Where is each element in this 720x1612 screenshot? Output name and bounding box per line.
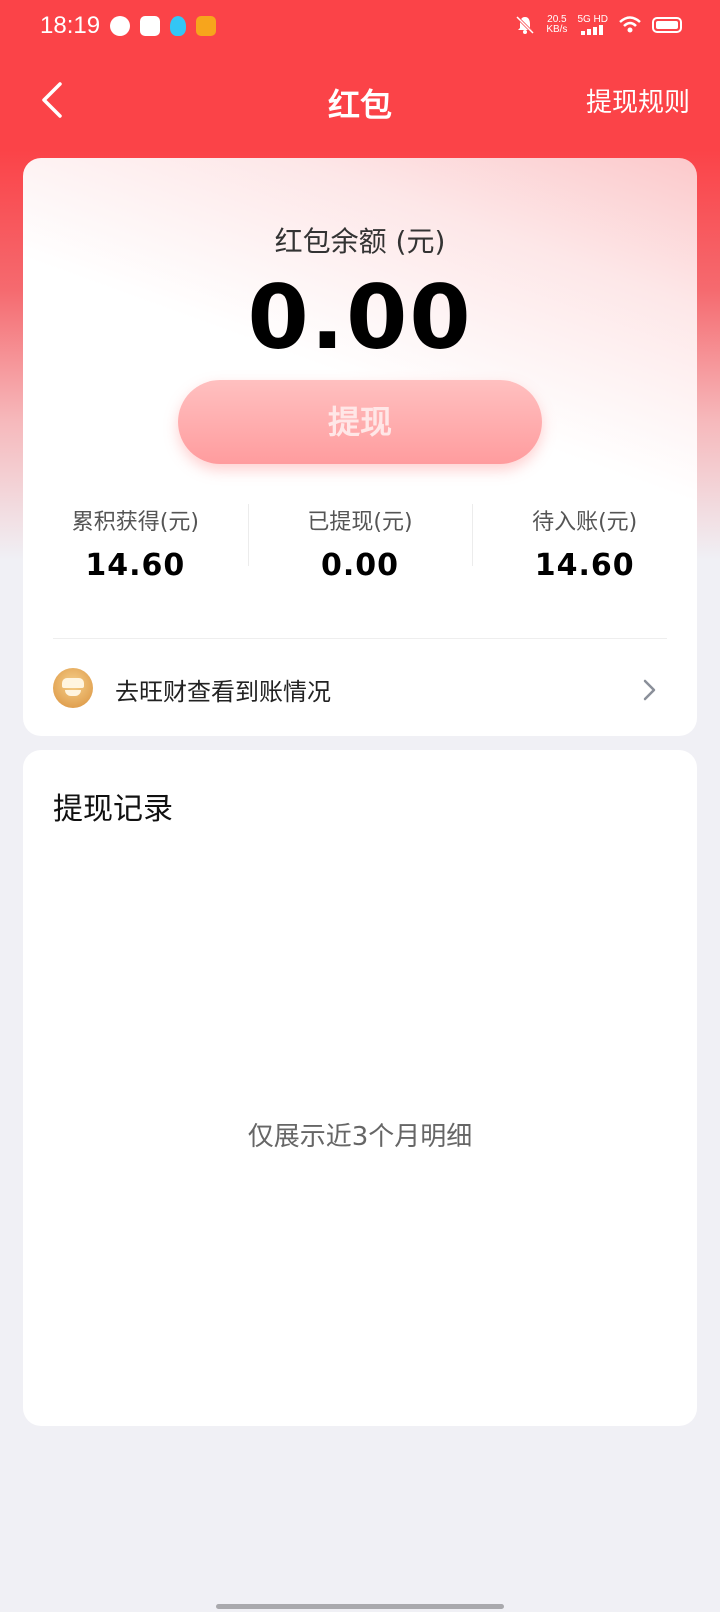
balance-label: 红包余额 (元) (274, 225, 446, 258)
mute-bell-icon (516, 15, 535, 35)
withdraw-rules-link[interactable]: 提现规则 (586, 82, 690, 119)
wifi-icon (619, 16, 641, 33)
stats-row: 累积获得(元) 14.60 已提现(元) 0.00 待入账(元) 14.60 (23, 504, 697, 584)
home-indicator[interactable] (216, 1604, 504, 1609)
system-icons: 20.5 KB/s 5G HD (514, 14, 682, 36)
divider (53, 638, 667, 639)
check-arrival-label: 去旺财查看到账情况 (115, 678, 331, 706)
stat-value: 14.60 (85, 548, 186, 583)
stat-value: 0.00 (320, 548, 400, 583)
balance-amount: 0.00 (247, 266, 473, 369)
stat-accumulated: 累积获得(元) 14.60 (23, 504, 248, 584)
notification-icons (110, 16, 216, 36)
stat-label: 待入账(元) (532, 510, 638, 535)
empty-hint: 仅展示近3个月明细 (247, 1122, 473, 1152)
stat-value: 14.60 (534, 548, 635, 583)
stat-label: 累积获得(元) (71, 510, 199, 535)
records-title: 提现记录 (53, 792, 173, 827)
app-icon (196, 16, 216, 36)
message-icon (110, 16, 130, 36)
withdraw-records-card: 提现记录 仅展示近3个月明细 (23, 750, 697, 1426)
signal-indicator: 5G HD (577, 15, 608, 35)
shop-icon (140, 16, 160, 36)
stat-label: 已提现(元) (307, 510, 413, 535)
net-speed: 20.5 KB/s (546, 14, 568, 35)
coin-icon (53, 668, 93, 708)
check-arrival-row[interactable]: 去旺财查看到账情况 (53, 648, 667, 734)
status-time: 18:19 (40, 12, 101, 39)
qq-icon (170, 16, 186, 36)
stat-withdrawn: 已提现(元) 0.00 (247, 504, 473, 584)
battery-icon (652, 17, 682, 33)
chevron-right-icon (643, 679, 656, 701)
status-bar: 18:19 20.5 KB/s 5G HD (0, 0, 720, 56)
stat-pending: 待入账(元) 14.60 (472, 504, 697, 584)
balance-card: 红包余额 (元) 0.00 提现 累积获得(元) 14.60 已提现(元) 0.… (23, 158, 697, 736)
withdraw-button[interactable]: 提现 (178, 380, 542, 464)
signal-bars-icon (580, 25, 603, 35)
nav-header: 红包 提现规则 (0, 64, 720, 136)
